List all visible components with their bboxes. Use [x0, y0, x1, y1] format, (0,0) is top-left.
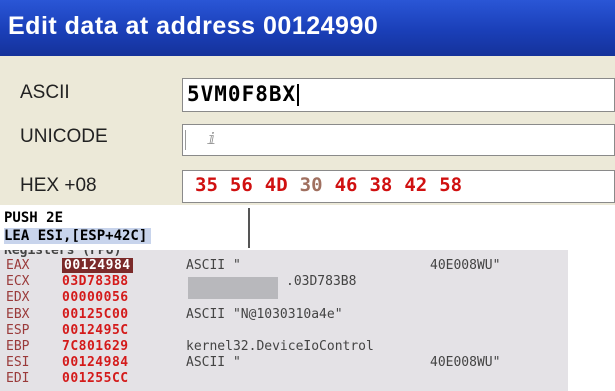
hex-label: HEX +08	[20, 175, 97, 196]
register-value[interactable]: 00000056	[62, 290, 129, 305]
register-comment: ASCII "	[186, 258, 241, 273]
hex-byte: 56	[229, 174, 253, 196]
hex-byte: 38	[369, 174, 393, 196]
register-row[interactable]: EBX 00125C00 ASCII "N@1030310a4e"	[0, 307, 568, 323]
register-comment-tail: 40E008WU"	[430, 355, 501, 371]
register-name: ESI	[6, 355, 30, 371]
register-name: EDX	[6, 290, 30, 306]
hex-bytes: 35 56 4D 30 46 38 42 58	[195, 174, 474, 196]
unicode-label: UNICODE	[20, 126, 108, 147]
register-row[interactable]: ESP 0012495C	[0, 323, 568, 339]
register-name: EBP	[6, 339, 30, 354]
asm-instruction-selected[interactable]: LEA ESI,[ESP+42C]	[4, 228, 152, 244]
registers-pane: Registers (FPU) EAX 00124984 ASCII " 40E008…	[0, 250, 568, 391]
register-name: EDI	[6, 371, 30, 387]
ascii-input[interactable]: 5VM0F8BX	[182, 78, 615, 112]
ascii-label: ASCII	[20, 82, 70, 103]
register-name: EAX	[6, 258, 30, 273]
register-value[interactable]: 00124984	[62, 258, 133, 273]
register-row[interactable]: EDI 001255CC	[0, 371, 568, 387]
register-comment: ASCII "	[186, 355, 241, 371]
register-value[interactable]: 03D783B8	[62, 274, 129, 289]
register-value[interactable]: 7C801629	[62, 339, 129, 354]
register-name: EBX	[6, 306, 30, 322]
hex-input[interactable]: 35 56 4D 30 46 38 42 58	[182, 170, 615, 203]
edit-data-dialog: Edit data at address 00124990 ASCII 5VM0…	[0, 0, 615, 205]
register-name: ESP	[6, 322, 30, 338]
field-edge	[185, 130, 186, 150]
register-value[interactable]: 00125C00	[62, 307, 129, 322]
hex-byte: 42	[404, 174, 428, 196]
register-value[interactable]: 001255CC	[62, 371, 129, 386]
registers-header: Registers (FPU)	[4, 250, 122, 258]
register-comment-tail: .03D783B8	[286, 274, 357, 290]
register-value[interactable]: 0012495C	[62, 323, 129, 338]
dialog-titlebar[interactable]: Edit data at address 00124990	[0, 0, 615, 56]
register-row[interactable]: ESI 00124984 ASCII " 40E008WU"	[0, 355, 568, 371]
register-comment-tail: 40E008WU"	[430, 258, 501, 273]
register-row[interactable]: EDX 00000056	[0, 290, 568, 306]
unicode-value: ⅈ	[207, 129, 217, 148]
asm-instruction[interactable]: PUSH 2E	[4, 210, 63, 226]
hex-byte: 35	[195, 174, 218, 196]
text-caret	[297, 84, 300, 106]
register-comment: kernel32.DeviceIoControl	[186, 339, 374, 354]
register-value[interactable]: 00124984	[62, 355, 129, 370]
unicode-input[interactable]: ⅈ	[182, 124, 615, 156]
register-row[interactable]: ECX 03D783B8 .03D783B8	[0, 274, 568, 290]
register-row[interactable]: EBP 7C801629 kernel32.DeviceIoControl	[0, 339, 568, 355]
register-row[interactable]: EAX 00124984 ASCII " 40E008WU"	[0, 258, 568, 274]
hex-byte: 4D	[264, 174, 288, 196]
hex-byte: 30	[299, 174, 323, 196]
register-name: ECX	[6, 274, 30, 290]
hex-byte: 46	[334, 174, 358, 196]
hex-byte: 58	[439, 174, 463, 196]
disassembly-pane: PUSH 2E LEA ESI,[ESP+42C]	[0, 208, 250, 248]
dialog-title: Edit data at address 00124990	[8, 12, 379, 40]
register-comment: ASCII "N@1030310a4e"	[186, 306, 343, 322]
ascii-value: 5VM0F8BX	[187, 82, 297, 106]
